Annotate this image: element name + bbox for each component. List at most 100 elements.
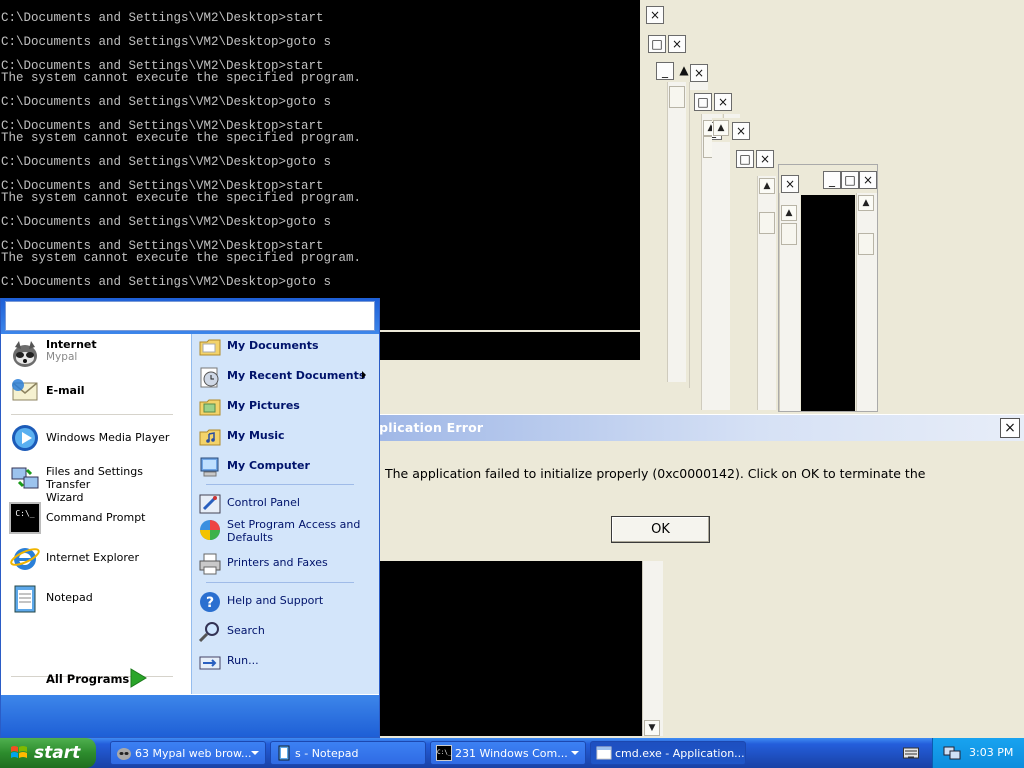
start-item-internet-explorer[interactable]: Internet Explorer <box>9 542 187 576</box>
console-line: The system cannot execute the specified … <box>1 251 362 265</box>
taskbar-button-label: 63 Mypal web brow... <box>135 747 252 760</box>
all-programs-label[interactable]: All Programs <box>46 672 129 686</box>
maximize-button[interactable]: □ <box>648 35 666 53</box>
scroll-up-arrow[interactable]: ▲ <box>759 178 775 194</box>
transfer-wizard-icon <box>11 467 39 489</box>
start-label: start <box>34 743 81 763</box>
close-button[interactable]: × <box>859 171 877 189</box>
taskbar-button-cmd-error[interactable]: cmd.exe - Application... <box>590 741 746 765</box>
chevron-down-icon <box>251 751 259 755</box>
taskbar-button-command-windows[interactable]: C:\_ 231 Windows Com... <box>430 741 586 765</box>
start-button[interactable]: start <box>0 738 96 768</box>
console-line: C:\Documents and Settings\VM2\Desktop>go… <box>1 275 332 289</box>
start-item-label: Run... <box>227 654 259 667</box>
taskbar-button-notepad[interactable]: s - Notepad <box>270 741 426 765</box>
command-prompt-icon: C:\_ <box>9 502 41 534</box>
start-item-my-documents[interactable]: My Documents <box>198 335 376 361</box>
cascaded-console-window-6[interactable]: □ × ▲ <box>734 148 778 410</box>
internet-explorer-icon <box>10 548 40 570</box>
start-item-printers-faxes[interactable]: Printers and Faxes <box>198 552 376 578</box>
close-button[interactable]: × <box>646 6 664 24</box>
notepad-icon <box>278 745 290 761</box>
scroll-down-arrow[interactable]: ▼ <box>644 720 660 736</box>
start-item-label: Internet <box>46 338 97 351</box>
scroll-up-arrow[interactable]: ▲ <box>713 120 729 136</box>
ok-button[interactable]: OK <box>611 516 710 543</box>
start-item-program-access[interactable]: Set Program Access and Defaults <box>198 518 376 546</box>
dialog-close-button[interactable]: × <box>1000 418 1020 438</box>
console-line: C:\Documents and Settings\VM2\Desktop>go… <box>1 215 332 229</box>
start-item-label: E-mail <box>46 384 85 397</box>
notepad-icon <box>14 585 36 613</box>
start-item-label: Help and Support <box>227 594 324 607</box>
start-item-control-panel[interactable]: Control Panel <box>198 492 376 518</box>
console-line: C:\Documents and Settings\VM2\Desktop>go… <box>1 95 332 109</box>
start-item-command-prompt[interactable]: C:\_ Command Prompt <box>9 502 187 536</box>
user-banner <box>5 301 375 331</box>
start-item-run[interactable]: Run... <box>198 650 376 676</box>
minimize-button[interactable]: _ <box>823 171 841 189</box>
command-prompt-window[interactable]: C:\Documents and Settings\VM2\Desktop>st… <box>0 0 640 330</box>
printer-icon <box>199 553 221 575</box>
dialog-title: pplication Error <box>370 420 484 435</box>
start-item-internet[interactable]: Internet Mypal <box>9 338 187 372</box>
scroll-thumb[interactable] <box>781 223 797 245</box>
windows-logo-icon <box>11 746 27 758</box>
start-item-label: Internet Explorer <box>46 551 139 564</box>
start-item-sublabel: Mypal <box>46 351 78 363</box>
scroll-thumb[interactable] <box>858 233 874 255</box>
close-button[interactable]: × <box>668 35 686 53</box>
close-button[interactable]: × <box>690 64 708 82</box>
keyboard-icon[interactable] <box>903 746 919 760</box>
dialog-titlebar[interactable]: pplication Error × <box>362 415 1024 441</box>
music-folder-icon <box>199 429 221 446</box>
network-icon[interactable] <box>943 745 961 761</box>
taskbar-button-label: s - Notepad <box>295 747 359 760</box>
start-item-my-pictures[interactable]: My Pictures <box>198 395 376 421</box>
start-item-notepad[interactable]: Notepad <box>9 582 187 616</box>
start-item-my-computer[interactable]: My Computer <box>198 455 376 481</box>
scroll-thumb[interactable] <box>759 212 775 234</box>
start-item-media-player[interactable]: Windows Media Player <box>9 422 187 456</box>
start-menu-left-pane: Internet Mypal E-mail Windows Media Playe… <box>1 334 191 694</box>
start-item-my-recent-documents[interactable]: My Recent Documents <box>198 365 376 391</box>
start-item-label: Command Prompt <box>46 511 146 524</box>
all-programs-arrow-icon[interactable] <box>129 668 147 688</box>
close-button[interactable]: × <box>756 150 774 168</box>
email-icon <box>12 379 38 401</box>
start-item-help-support[interactable]: ? Help and Support <box>198 590 376 616</box>
start-menu[interactable]: Internet Mypal E-mail Windows Media Playe… <box>0 298 380 738</box>
lower-console-window[interactable] <box>380 560 642 736</box>
close-button[interactable]: × <box>781 175 799 193</box>
submenu-arrow-icon <box>362 371 366 379</box>
scroll-thumb[interactable] <box>669 86 685 108</box>
cascaded-console-window-7[interactable]: × _ □ × ▲ ▲ <box>778 164 878 412</box>
separator <box>11 414 173 415</box>
program-access-icon <box>200 520 220 540</box>
maximize-button[interactable]: □ <box>694 93 712 111</box>
system-tray: 3:03 PM <box>932 738 1024 768</box>
start-item-label: My Pictures <box>227 399 300 412</box>
scroll-up-arrow[interactable]: ▲ <box>858 195 874 211</box>
scroll-up-arrow[interactable]: ▲ <box>781 205 797 221</box>
start-item-label: Files and Settings Transfer <box>46 465 143 491</box>
maximize-button[interactable]: □ <box>841 171 859 189</box>
application-error-dialog[interactable]: pplication Error × The application faile… <box>362 414 1024 561</box>
raccoon-browser-icon <box>13 341 37 367</box>
minimize-button[interactable]: _ <box>656 62 674 80</box>
console-line: C:\Documents and Settings\VM2\Desktop>go… <box>1 35 332 49</box>
start-item-transfer-wizard[interactable]: Files and Settings Transfer Wizard <box>9 462 187 504</box>
pictures-folder-icon <box>199 399 221 416</box>
console-line: The system cannot execute the specified … <box>1 131 362 145</box>
lower-console-scrollbar[interactable]: ▼ <box>642 560 663 736</box>
close-button[interactable]: × <box>732 122 750 140</box>
start-item-label: Printers and Faxes <box>227 556 328 569</box>
taskbar-button-mypal[interactable]: 63 Mypal web brow... <box>110 741 266 765</box>
start-item-search[interactable]: Search <box>198 620 376 646</box>
start-item-email[interactable]: E-mail <box>9 374 187 408</box>
console-line: The system cannot execute the specified … <box>1 71 362 85</box>
raccoon-browser-icon <box>117 748 131 760</box>
maximize-button[interactable]: □ <box>736 150 754 168</box>
start-item-my-music[interactable]: My Music <box>198 425 376 451</box>
close-button[interactable]: × <box>714 93 732 111</box>
